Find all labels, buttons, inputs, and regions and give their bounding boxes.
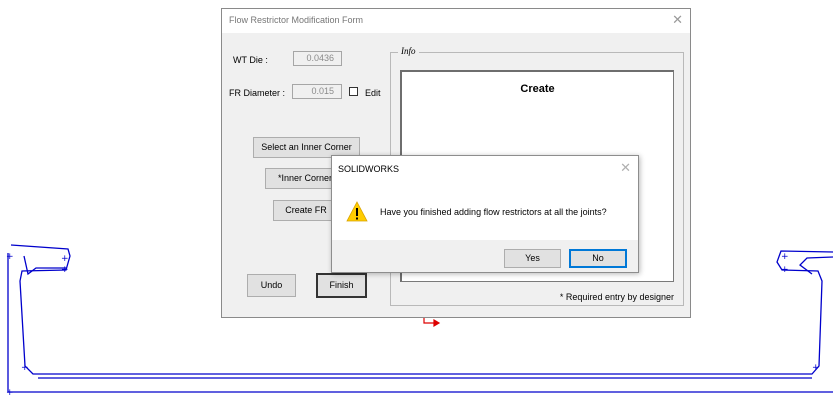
message-text: Have you finished adding flow restrictor… [380,207,607,217]
form-close-icon[interactable]: ✕ [672,12,683,28]
fr-diameter-field[interactable]: 0.015 [292,84,342,99]
info-text: Create [520,83,555,95]
solidworks-message-box: SOLIDWORKS ✕ Have you finished adding fl… [331,155,639,273]
warning-icon [346,201,368,222]
svg-text:+: + [61,265,69,275]
message-box-close-icon[interactable]: ✕ [620,160,631,176]
svg-text:+: + [6,388,14,398]
finish-button[interactable]: Finish [316,273,367,298]
undo-button[interactable]: Undo [247,274,296,297]
edit-checkbox[interactable] [349,87,358,96]
message-box-body: Have you finished adding flow restrictor… [332,183,638,240]
fr-diameter-label: FR Diameter : [229,88,286,98]
edit-label: Edit [365,88,381,98]
info-group-title: Info [398,46,419,56]
form-title: Flow Restrictor Modification Form [229,15,364,25]
svg-text:+: + [781,265,789,275]
svg-text:+: + [781,252,789,262]
create-fr-button[interactable]: Create FR [273,200,339,221]
wt-die-field[interactable]: 0.0436 [293,51,342,66]
wt-die-label: WT Die : [233,55,268,65]
required-entry-note: * Required entry by designer [559,292,674,302]
message-box-titlebar[interactable]: SOLIDWORKS ✕ [332,156,638,183]
yes-button[interactable]: Yes [504,249,561,268]
no-button[interactable]: No [569,249,627,268]
form-titlebar[interactable]: Flow Restrictor Modification Form ✕ [222,9,690,33]
svg-text:+: + [6,252,14,262]
svg-text:+: + [21,363,29,373]
message-box-title: SOLIDWORKS [338,164,400,174]
svg-text:+: + [61,254,69,264]
svg-text:+: + [812,363,820,373]
